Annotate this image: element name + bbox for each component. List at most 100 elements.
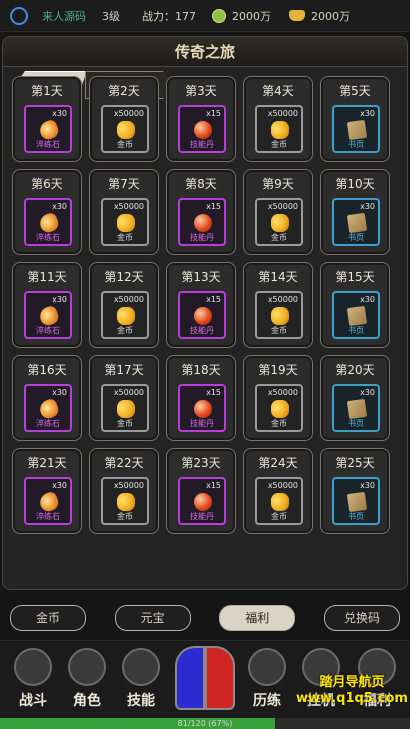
nav-training[interactable]: 历练	[238, 648, 296, 714]
reward-name: 书页	[348, 140, 364, 149]
reward-slot[interactable]: x50000 金币	[255, 105, 303, 153]
gold-icon	[117, 214, 135, 232]
gold-icon	[271, 307, 289, 325]
day-label: 第1天	[31, 84, 63, 98]
day-card[interactable]: 第2天 x50000 金币	[89, 76, 159, 162]
book-icon	[346, 398, 368, 420]
day-label: 第25天	[335, 456, 375, 470]
day-label: 第15天	[335, 270, 375, 284]
day-card[interactable]: 第24天 x50000 金币	[243, 448, 313, 534]
day-card[interactable]: 第22天 x50000 金币	[89, 448, 159, 534]
day-card[interactable]: 第11天 x30 淬练石	[12, 262, 82, 348]
day-card[interactable]: 第1天 x30 淬练石	[12, 76, 82, 162]
bottom-tab[interactable]: 福利	[219, 605, 296, 631]
reward-slot[interactable]: x50000 金币	[101, 105, 149, 153]
reward-qty: x50000	[267, 295, 298, 304]
reward-qty: x30	[360, 388, 375, 397]
player-avatar-icon[interactable]	[10, 6, 28, 25]
reward-qty: x50000	[267, 388, 298, 397]
reward-slot[interactable]: x30 淬练石	[24, 198, 72, 246]
reward-qty: x15	[206, 109, 221, 118]
day-card[interactable]: 第17天 x50000 金币	[89, 355, 159, 441]
reward-slot[interactable]: x30 书页	[332, 384, 380, 432]
day-label: 第2天	[108, 84, 140, 98]
day-card[interactable]: 第21天 x30 淬练石	[12, 448, 82, 534]
reward-name: 书页	[348, 419, 364, 428]
reward-slot[interactable]: x50000 金币	[101, 477, 149, 525]
nav-skills[interactable]: 技能	[112, 648, 170, 714]
bottom-tab[interactable]: 元宝	[114, 605, 191, 631]
day-card[interactable]: 第4天 x50000 金币	[243, 76, 313, 162]
day-card[interactable]: 第13天 x15 技能丹	[166, 262, 236, 348]
day-label: 第10天	[335, 177, 375, 191]
book-icon	[346, 119, 368, 141]
reward-name: 金币	[271, 326, 287, 335]
reward-slot[interactable]: x15 技能丹	[178, 384, 226, 432]
day-card[interactable]: 第23天 x15 技能丹	[166, 448, 236, 534]
nav-battle-label: 战斗	[19, 693, 47, 709]
day-card[interactable]: 第3天 x15 技能丹	[166, 76, 236, 162]
reward-qty: x30	[360, 202, 375, 211]
reward-slot[interactable]: x15 技能丹	[178, 198, 226, 246]
day-card[interactable]: 第8天 x15 技能丹	[166, 169, 236, 255]
reward-slot[interactable]: x30 书页	[332, 198, 380, 246]
portal-gate-button[interactable]	[167, 640, 243, 718]
day-card[interactable]: 第6天 x30 淬练石	[12, 169, 82, 255]
day-label: 第7天	[108, 177, 140, 191]
day-card[interactable]: 第18天 x15 技能丹	[166, 355, 236, 441]
reward-slot[interactable]: x50000 金币	[255, 384, 303, 432]
day-card[interactable]: 第10天 x30 书页	[320, 169, 390, 255]
day-card[interactable]: 第20天 x30 书页	[320, 355, 390, 441]
reward-name: 金币	[117, 140, 133, 149]
day-card[interactable]: 第25天 x30 书页	[320, 448, 390, 534]
reward-qty: x30	[52, 388, 67, 397]
day-label: 第14天	[258, 270, 298, 284]
reward-name: 淬练石	[36, 326, 60, 335]
reward-qty: x50000	[267, 202, 298, 211]
reward-name: 金币	[271, 233, 287, 242]
reward-name: 淬练石	[36, 419, 60, 428]
reward-slot[interactable]: x30 淬练石	[24, 291, 72, 339]
nav-battle[interactable]: 战斗	[4, 648, 62, 714]
bottom-tab[interactable]: 金币	[10, 605, 86, 631]
day-card[interactable]: 第7天 x50000 金币	[89, 169, 159, 255]
gold-icon	[117, 121, 135, 139]
reward-qty: x15	[206, 388, 221, 397]
reward-slot[interactable]: x30 淬练石	[24, 477, 72, 525]
reward-slot[interactable]: x50000 金币	[101, 291, 149, 339]
reward-slot[interactable]: x15 技能丹	[178, 291, 226, 339]
gold-icon	[271, 121, 289, 139]
reward-slot[interactable]: x30 淬练石	[24, 384, 72, 432]
swords-icon	[14, 648, 52, 686]
day-card[interactable]: 第12天 x50000 金币	[89, 262, 159, 348]
bottom-tab[interactable]: 兑换码	[323, 605, 400, 631]
nav-character[interactable]: 角色	[58, 648, 116, 714]
reward-name: 金币	[117, 233, 133, 242]
gold-icon	[117, 400, 135, 418]
reward-slot[interactable]: x30 书页	[332, 291, 380, 339]
book-icon	[346, 491, 368, 513]
reward-slot[interactable]: x50000 金币	[101, 384, 149, 432]
day-card[interactable]: 第5天 x30 书页	[320, 76, 390, 162]
day-card[interactable]: 第9天 x50000 金币	[243, 169, 313, 255]
day-card[interactable]: 第16天 x30 淬练石	[12, 355, 82, 441]
reward-slot[interactable]: x30 书页	[332, 477, 380, 525]
reward-slot[interactable]: x15 技能丹	[178, 477, 226, 525]
reward-name: 技能丹	[190, 140, 214, 149]
red-door-icon	[205, 646, 235, 710]
reward-slot[interactable]: x50000 金币	[255, 291, 303, 339]
day-card[interactable]: 第14天 x50000 金币	[243, 262, 313, 348]
reward-slot[interactable]: x50000 金币	[255, 198, 303, 246]
day-card[interactable]: 第19天 x50000 金币	[243, 355, 313, 441]
reward-slot[interactable]: x50000 金币	[255, 477, 303, 525]
reward-slot[interactable]: x30 书页	[332, 105, 380, 153]
reward-qty: x50000	[267, 109, 298, 118]
day-card[interactable]: 第15天 x30 书页	[320, 262, 390, 348]
currency-ingots: 2000万	[289, 8, 350, 24]
reward-slot[interactable]: x50000 金币	[101, 198, 149, 246]
top-status-bar: 来人源码 3级 战力：177 2000万 2000万	[0, 0, 410, 32]
reward-qty: x50000	[113, 202, 144, 211]
reward-slot[interactable]: x15 技能丹	[178, 105, 226, 153]
reward-slot[interactable]: x30 淬练石	[24, 105, 72, 153]
day-label: 第4天	[262, 84, 294, 98]
